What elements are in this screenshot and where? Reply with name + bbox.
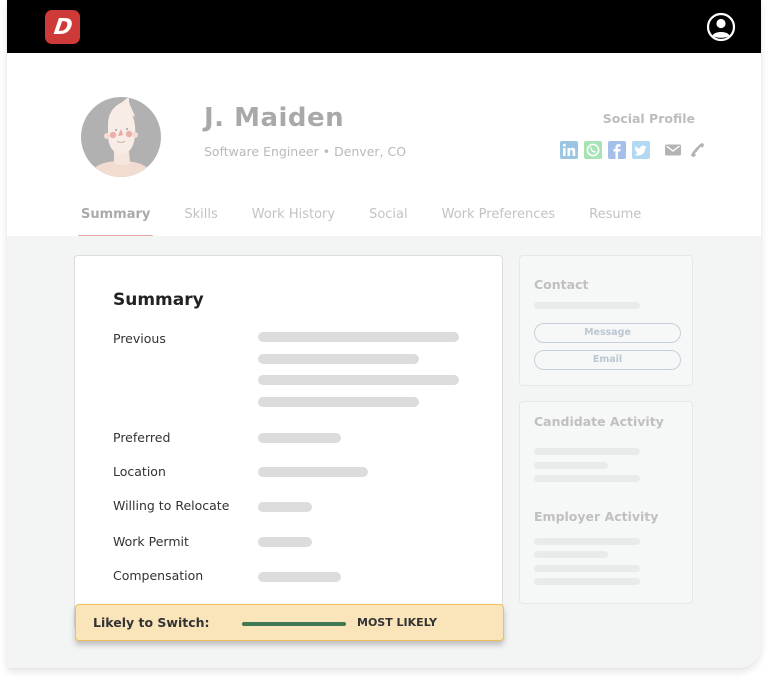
likely-to-switch-banner: Likely to Switch: MOST LIKELY xyxy=(75,604,504,641)
summary-title: Summary xyxy=(113,290,204,310)
candidate-activity-placeholder-bar xyxy=(534,448,640,455)
activity-card: Candidate Activity Employer Activity xyxy=(519,401,693,604)
facebook-link[interactable] xyxy=(608,141,626,159)
phone-icon xyxy=(691,143,704,157)
previous-placeholder-bar xyxy=(258,354,419,364)
likely-to-switch-meter xyxy=(242,622,346,626)
user-account-button[interactable] xyxy=(706,12,736,42)
app-logo[interactable]: D xyxy=(45,10,80,44)
candidate-subtitle: Software Engineer • Denver, CO xyxy=(204,144,407,159)
twitter-icon xyxy=(632,141,650,159)
employer-activity-placeholder-bar xyxy=(534,578,640,585)
likely-to-switch-meter-fill xyxy=(242,622,346,626)
content-area: Summary Previous Preferred Location Will… xyxy=(7,236,761,668)
mail-icon xyxy=(665,144,681,156)
employer-activity-title: Employer Activity xyxy=(534,509,659,524)
profile-header: J. Maiden Software Engineer • Denver, CO… xyxy=(7,53,761,239)
tab-social[interactable]: Social xyxy=(369,201,408,237)
avatar-illustration xyxy=(81,97,161,177)
previous-placeholder-bar xyxy=(258,397,419,407)
employer-activity-placeholder-bar xyxy=(534,551,608,558)
tab-resume[interactable]: Resume xyxy=(589,201,641,237)
preferred-placeholder-bar xyxy=(258,433,341,443)
social-profile-title: Social Profile xyxy=(602,111,695,126)
facebook-icon xyxy=(608,141,626,159)
tab-work-history[interactable]: Work History xyxy=(252,201,335,237)
work-permit-label: Work Permit xyxy=(113,534,189,549)
likely-to-switch-label: Likely to Switch: xyxy=(93,615,210,630)
whatsapp-link[interactable] xyxy=(584,141,602,159)
candidate-name: J. Maiden xyxy=(204,103,345,133)
relocate-placeholder-bar xyxy=(258,502,312,512)
avatar xyxy=(81,91,161,183)
social-icons xyxy=(560,140,712,160)
previous-placeholder-bar xyxy=(258,375,459,385)
top-navigation-bar: D xyxy=(7,0,761,53)
location-placeholder-bar xyxy=(258,467,368,477)
message-button[interactable]: Message xyxy=(534,323,681,343)
candidate-activity-placeholder-bar xyxy=(534,462,608,469)
work-permit-placeholder-bar xyxy=(258,537,312,547)
twitter-link[interactable] xyxy=(632,141,650,159)
linkedin-link[interactable] xyxy=(560,141,578,159)
tab-skills[interactable]: Skills xyxy=(184,201,217,237)
profile-tabs: Summary Skills Work History Social Work … xyxy=(77,201,675,239)
preferred-label: Preferred xyxy=(113,430,171,445)
location-label: Location xyxy=(113,464,166,479)
whatsapp-icon xyxy=(584,141,602,159)
email-button[interactable]: Email xyxy=(534,350,681,370)
linkedin-icon xyxy=(560,141,578,159)
employer-activity-placeholder-bar xyxy=(534,565,640,572)
logo-letter: D xyxy=(52,14,73,40)
summary-card: Summary Previous Preferred Location Will… xyxy=(74,255,503,629)
compensation-label: Compensation xyxy=(113,568,204,583)
tab-work-preferences[interactable]: Work Preferences xyxy=(442,201,556,237)
candidate-activity-title: Candidate Activity xyxy=(534,414,664,429)
app-frame: D J. Maiden Software Engineer • Denver, … xyxy=(7,0,761,668)
compensation-placeholder-bar xyxy=(258,572,341,582)
phone-link[interactable] xyxy=(688,141,706,159)
likely-to-switch-value: MOST LIKELY xyxy=(357,616,437,629)
willing-to-relocate-label: Willing to Relocate xyxy=(113,498,230,513)
contact-card: Contact Message Email xyxy=(519,255,693,386)
contact-placeholder-bar xyxy=(534,302,640,309)
user-circle-icon xyxy=(706,12,736,42)
contact-title: Contact xyxy=(534,277,589,292)
tab-summary[interactable]: Summary xyxy=(77,201,154,239)
candidate-activity-placeholder-bar xyxy=(534,475,640,482)
employer-activity-placeholder-bar xyxy=(534,538,640,545)
previous-label: Previous xyxy=(113,331,166,346)
email-link[interactable] xyxy=(664,141,682,159)
previous-placeholder-bar xyxy=(258,332,459,342)
